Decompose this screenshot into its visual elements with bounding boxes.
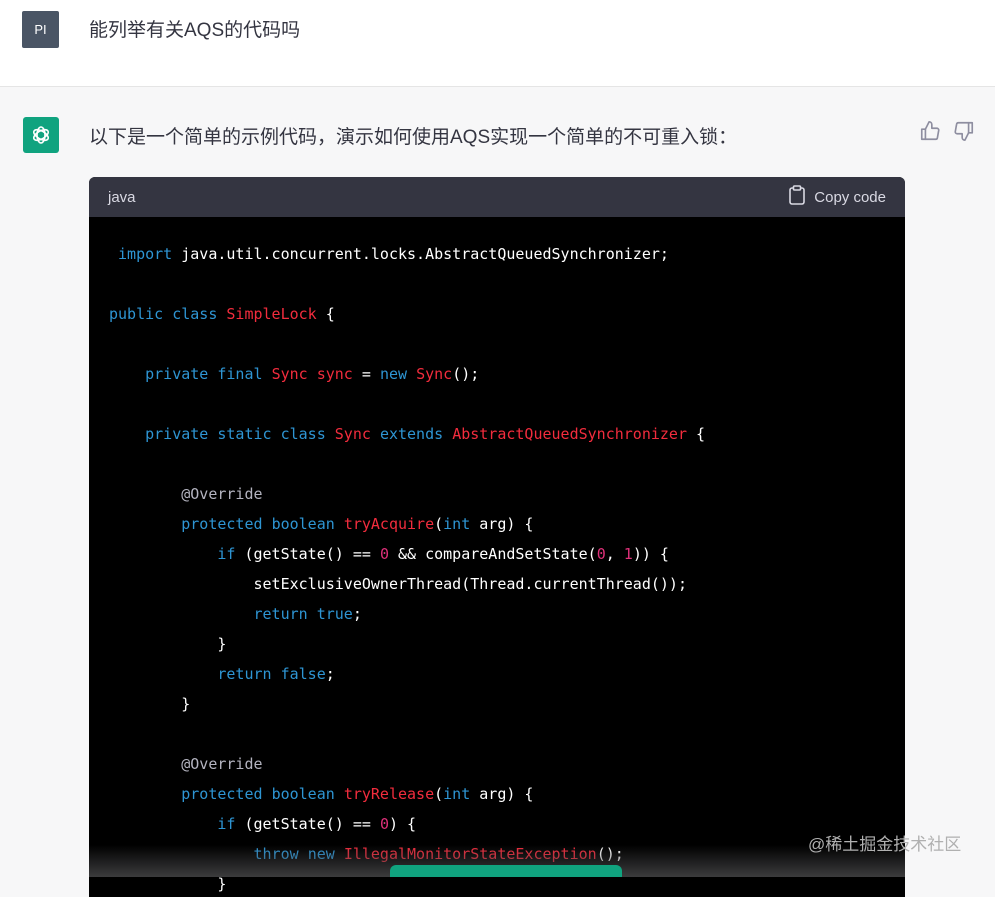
code-line: } bbox=[109, 635, 227, 653]
code-line: private static class Sync extends Abstra… bbox=[145, 425, 706, 443]
code-line: @Override bbox=[181, 485, 263, 503]
copy-code-label: Copy code bbox=[814, 188, 886, 206]
code-line: ​ bbox=[109, 389, 905, 419]
user-message-row: PI 能列举有关AQS的代码吗 bbox=[0, 0, 995, 87]
code-block: java Copy code import java.util.concurre… bbox=[89, 177, 905, 897]
regenerate-response-button[interactable] bbox=[390, 865, 622, 877]
code-content: import java.util.concurrent.locks.Abstra… bbox=[89, 217, 905, 897]
code-line: ​ bbox=[109, 449, 905, 479]
code-line: setExclusiveOwnerThread(Thread.currentTh… bbox=[109, 575, 687, 593]
code-line: @Override bbox=[181, 755, 263, 773]
code-line: private final Sync sync = new Sync(); bbox=[145, 365, 480, 383]
code-line: ​ bbox=[109, 719, 905, 749]
code-line: } bbox=[109, 695, 191, 713]
copy-code-button[interactable]: Copy code bbox=[788, 185, 886, 209]
code-line: return true; bbox=[253, 605, 362, 623]
clipboard-icon bbox=[788, 185, 806, 209]
code-line: protected boolean tryRelease(int arg) { bbox=[181, 785, 534, 803]
code-line: ​ bbox=[109, 269, 905, 299]
code-line: if (getState() == 0) { bbox=[217, 815, 417, 833]
thumbs-down-icon[interactable] bbox=[953, 120, 975, 142]
code-header: java Copy code bbox=[89, 177, 905, 217]
code-line: return false; bbox=[217, 665, 335, 683]
code-line: protected boolean tryAcquire(int arg) { bbox=[181, 515, 534, 533]
code-line: public class SimpleLock { bbox=[109, 305, 335, 323]
user-message-text: 能列举有关AQS的代码吗 bbox=[89, 20, 301, 41]
assistant-message-row: 以下是一个简单的示例代码，演示如何使用AQS实现一个简单的不可重入锁： java… bbox=[0, 87, 995, 897]
code-line: import java.util.concurrent.locks.Abstra… bbox=[118, 245, 669, 263]
assistant-intro-text: 以下是一个简单的示例代码，演示如何使用AQS实现一个简单的不可重入锁： bbox=[89, 127, 738, 148]
thumbs-up-icon[interactable] bbox=[919, 120, 941, 142]
code-line: ​ bbox=[109, 329, 905, 359]
code-line: if (getState() == 0 && compareAndSetStat… bbox=[217, 545, 669, 563]
watermark: @稀土掘金技术社区 bbox=[808, 835, 962, 854]
code-language-label: java bbox=[108, 188, 136, 206]
openai-logo-icon bbox=[23, 117, 59, 153]
user-avatar: PI bbox=[22, 11, 59, 48]
